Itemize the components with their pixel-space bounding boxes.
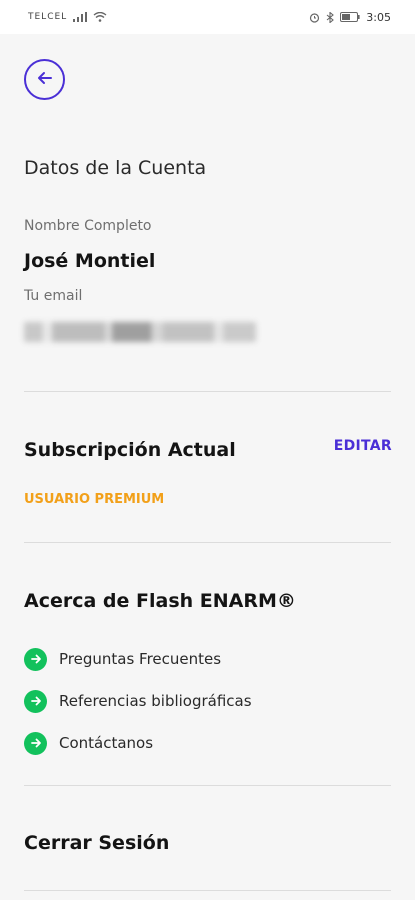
name-label: Nombre Completo: [24, 218, 152, 234]
divider: [24, 391, 391, 392]
battery-icon: [340, 12, 360, 22]
about-title: Acerca de Flash ENARM®: [24, 590, 296, 612]
status-time: 3:05: [366, 10, 391, 24]
subscription-title: Subscripción Actual: [24, 439, 236, 461]
faq-link-label: Preguntas Frecuentes: [59, 650, 222, 668]
arrow-left-icon: [36, 69, 54, 91]
arrow-right-icon: [24, 731, 47, 755]
divider: [24, 890, 391, 891]
divider: [24, 542, 391, 543]
status-bar: TELCEL 3:05: [0, 0, 415, 34]
logout-button[interactable]: Cerrar Sesión: [24, 832, 169, 854]
signal-icon: [73, 12, 88, 22]
faq-link[interactable]: Preguntas Frecuentes: [24, 647, 221, 671]
name-value: José Montiel: [24, 250, 156, 272]
email-label: Tu email: [24, 288, 83, 304]
divider: [24, 785, 391, 786]
carrier-label: TELCEL: [28, 12, 68, 22]
account-section-title: Datos de la Cuenta: [24, 157, 207, 179]
edit-subscription-link[interactable]: EDITAR: [334, 438, 392, 454]
arrow-right-icon: [24, 647, 47, 671]
plan-badge: USUARIO PREMIUM: [24, 492, 165, 507]
bluetooth-icon: [326, 11, 335, 23]
contact-link-label: Contáctanos: [59, 734, 154, 752]
wifi-icon: [93, 12, 107, 22]
contact-link[interactable]: Contáctanos: [24, 731, 153, 755]
alarm-icon: [309, 12, 320, 23]
email-value-redacted: [24, 322, 256, 342]
arrow-right-icon: [24, 689, 47, 713]
references-link-label: Referencias bibliográficas: [59, 692, 252, 710]
references-link[interactable]: Referencias bibliográficas: [24, 689, 252, 713]
back-button[interactable]: [24, 59, 65, 100]
